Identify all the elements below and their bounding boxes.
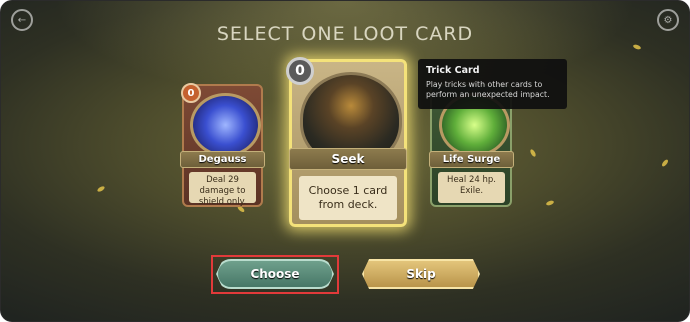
card-art-degauss — [190, 93, 261, 157]
screen-title: SELECT ONE LOOT CARD — [216, 23, 474, 45]
leaf-particle — [96, 185, 106, 193]
card-description: Choose 1 card from deck. — [299, 176, 397, 220]
card-cost: 0 — [181, 83, 201, 103]
skip-button[interactable]: Skip — [362, 259, 480, 289]
card-description: Deal 29 damage to shield only. — [189, 172, 256, 207]
leaf-particle — [529, 148, 537, 158]
choose-button-highlight — [211, 255, 339, 294]
card-name: Seek — [289, 148, 407, 170]
card-description: Heal 24 hp. Exile. — [438, 172, 505, 203]
card-cost: 0 — [286, 57, 314, 85]
leaf-particle — [545, 199, 555, 207]
card-name: Life Surge — [429, 151, 514, 168]
tooltip-title: Trick Card — [426, 65, 480, 76]
tooltip-body: Play tricks with other cards to perform … — [426, 80, 550, 99]
leaf-particle — [660, 158, 670, 168]
card-name: Degauss — [180, 151, 265, 168]
card-type-tooltip: Trick Card Play tricks with other cards … — [418, 59, 567, 109]
loot-card-seek[interactable]: Seek Choose 1 card from deck. 0 — [286, 57, 407, 227]
loot-card-degauss[interactable]: Degauss Deal 29 damage to shield only. 0 — [180, 83, 265, 207]
game-screen: ← ⚙ SELECT ONE LOOT CARD Degauss Deal 29… — [0, 0, 690, 322]
